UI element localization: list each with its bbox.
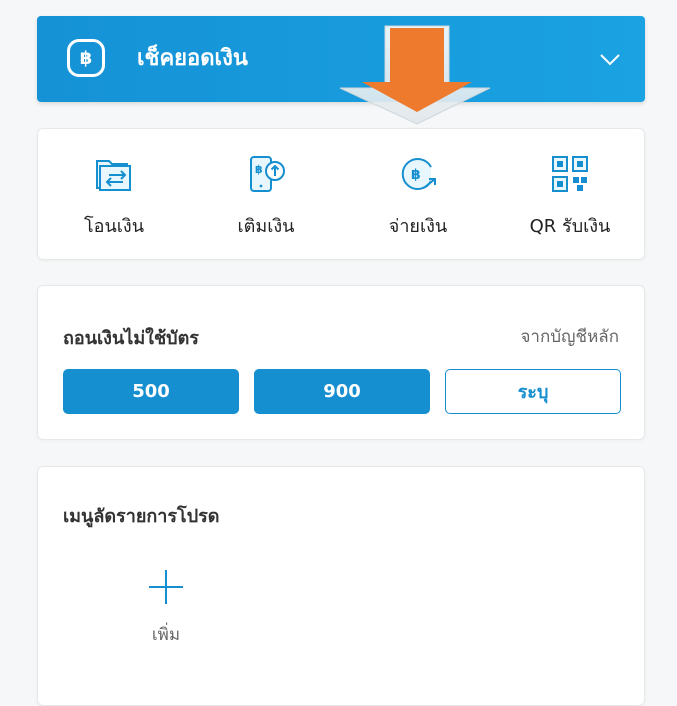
add-favorite-label: เพิ่ม [151, 625, 181, 645]
qr-receive-label: QR รับเงิน [529, 216, 611, 237]
quick-actions-card: โอนเงิน ฿ เติมเงิน ฿ จ่ายเงิน QR รับเงิน [37, 128, 645, 260]
chevron-down-icon[interactable] [597, 46, 623, 72]
pay-action[interactable]: ฿ จ่ายเงิน [342, 129, 494, 261]
qr-icon [552, 156, 588, 192]
favorites-title: เมนูลัดรายการโปรด [63, 506, 220, 527]
topup-icon: ฿ [250, 156, 285, 192]
baht-badge-icon: ฿ [67, 39, 105, 77]
baht-symbol: ฿ [79, 47, 93, 69]
transfer-icon [96, 160, 131, 191]
cardless-title: ถอนเงินไม่ใช้บัตร [63, 328, 199, 349]
plus-icon [149, 570, 183, 604]
amount-500-button[interactable]: 500 [63, 369, 239, 414]
favorites-card: เมนูลัดรายการโปรด เพิ่ม [37, 466, 645, 706]
check-balance-label: เช็คยอดเงิน [137, 46, 248, 71]
add-favorite-button[interactable]: เพิ่ม [126, 567, 206, 648]
cardless-source-label: จากบัญชีหลัก [520, 327, 619, 347]
topup-label: เติมเงิน [237, 216, 295, 237]
svg-text:฿: ฿ [411, 167, 421, 183]
specify-amount-button[interactable]: ระบุ [445, 369, 621, 414]
topup-action[interactable]: ฿ เติมเงิน [190, 129, 342, 261]
qr-receive-action[interactable]: QR รับเงิน [494, 129, 646, 261]
down-arrow-annotation-icon [339, 25, 491, 125]
pay-icon: ฿ [401, 158, 436, 190]
transfer-label: โอนเงิน [83, 216, 145, 237]
transfer-action[interactable]: โอนเงิน [38, 129, 190, 261]
svg-text:฿: ฿ [255, 163, 263, 176]
amount-900-button[interactable]: 900 [254, 369, 430, 414]
pay-label: จ่ายเงิน [388, 216, 448, 237]
cardless-withdrawal-card: ถอนเงินไม่ใช้บัตร จากบัญชีหลัก 500 900 ร… [37, 285, 645, 440]
